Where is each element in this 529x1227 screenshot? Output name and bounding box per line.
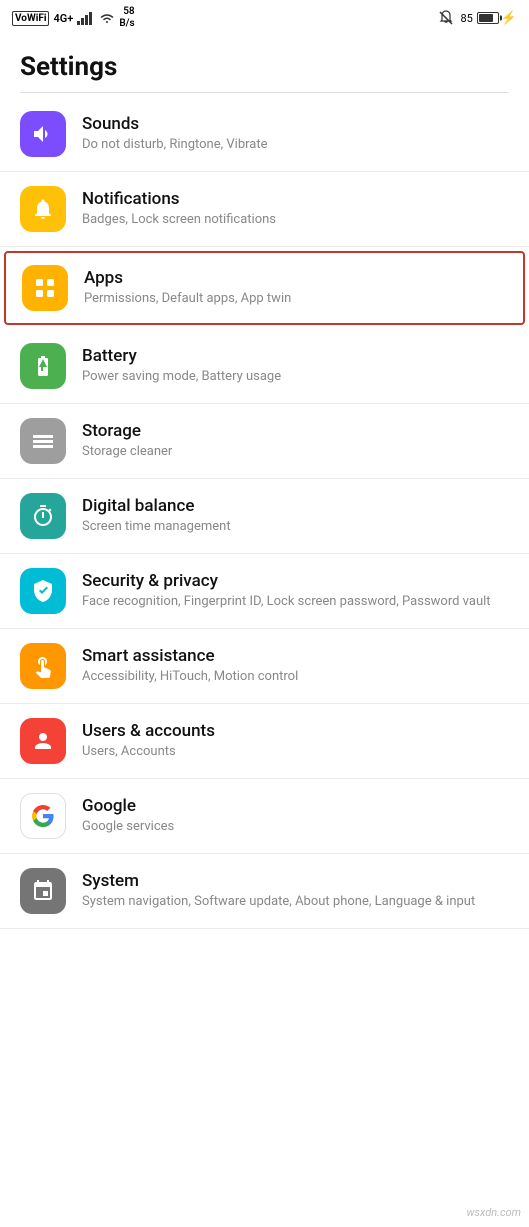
google-title: Google bbox=[82, 796, 509, 816]
status-bar: VoWiFi 4G+ 58 B/s 85 ⚡ bbox=[0, 0, 529, 36]
watermark: wsxdn.com bbox=[467, 1206, 521, 1219]
system-text: System System navigation, Software update… bbox=[82, 871, 509, 911]
smart-assistance-icon bbox=[20, 643, 66, 689]
users-accounts-subtitle: Users, Accounts bbox=[82, 743, 509, 761]
storage-title: Storage bbox=[82, 421, 509, 441]
apps-text: Apps Permissions, Default apps, App twin bbox=[84, 268, 507, 308]
security-privacy-title: Security & privacy bbox=[82, 571, 509, 591]
google-text: Google Google services bbox=[82, 796, 509, 836]
settings-item-smart-assistance[interactable]: Smart assistance Accessibility, HiTouch, … bbox=[0, 629, 529, 704]
settings-item-battery[interactable]: Battery Power saving mode, Battery usage bbox=[0, 329, 529, 404]
vowifi-label: VoWiFi bbox=[12, 11, 49, 26]
settings-item-google[interactable]: Google Google services bbox=[0, 779, 529, 854]
security-privacy-subtitle: Face recognition, Fingerprint ID, Lock s… bbox=[82, 593, 509, 611]
battery-icon bbox=[477, 12, 499, 24]
apps-title: Apps bbox=[84, 268, 507, 288]
battery-percent: 85 bbox=[460, 12, 472, 25]
system-subtitle: System navigation, Software update, Abou… bbox=[82, 893, 509, 911]
storage-text: Storage Storage cleaner bbox=[82, 421, 509, 461]
users-accounts-text: Users & accounts Users, Accounts bbox=[82, 721, 509, 761]
settings-item-sounds[interactable]: Sounds Do not disturb, Ringtone, Vibrate bbox=[0, 97, 529, 172]
notifications-subtitle: Badges, Lock screen notifications bbox=[82, 211, 509, 229]
notifications-icon bbox=[20, 186, 66, 232]
apps-icon bbox=[22, 265, 68, 311]
digital-balance-subtitle: Screen time management bbox=[82, 518, 509, 536]
charging-icon: ⚡ bbox=[501, 11, 517, 26]
network-type: 4G+ bbox=[53, 12, 73, 25]
notifications-title: Notifications bbox=[82, 189, 509, 209]
wifi-icon bbox=[99, 12, 115, 25]
status-right: 85 ⚡ bbox=[438, 10, 517, 26]
battery-text: Battery Power saving mode, Battery usage bbox=[82, 346, 509, 386]
network-speed: 58 B/s bbox=[119, 6, 134, 30]
google-icon bbox=[20, 793, 66, 839]
settings-item-users-accounts[interactable]: Users & accounts Users, Accounts bbox=[0, 704, 529, 779]
battery-block: 85 ⚡ bbox=[460, 11, 517, 26]
sounds-title: Sounds bbox=[82, 114, 509, 134]
scroll-hint bbox=[20, 92, 509, 93]
bell-muted-icon bbox=[438, 10, 454, 26]
users-accounts-icon bbox=[20, 718, 66, 764]
security-privacy-text: Security & privacy Face recognition, Fing… bbox=[82, 571, 509, 611]
page-title: Settings bbox=[0, 36, 529, 92]
security-privacy-icon bbox=[20, 568, 66, 614]
settings-item-storage[interactable]: Storage Storage cleaner bbox=[0, 404, 529, 479]
system-icon bbox=[20, 868, 66, 914]
status-left: VoWiFi 4G+ 58 B/s bbox=[12, 6, 135, 30]
sounds-subtitle: Do not disturb, Ringtone, Vibrate bbox=[82, 136, 509, 154]
smart-assistance-text: Smart assistance Accessibility, HiTouch, … bbox=[82, 646, 509, 686]
digital-balance-text: Digital balance Screen time management bbox=[82, 496, 509, 536]
settings-item-digital-balance[interactable]: Digital balance Screen time management bbox=[0, 479, 529, 554]
sounds-icon bbox=[20, 111, 66, 157]
signal-icon bbox=[77, 11, 95, 25]
sounds-text: Sounds Do not disturb, Ringtone, Vibrate bbox=[82, 114, 509, 154]
smart-assistance-title: Smart assistance bbox=[82, 646, 509, 666]
storage-subtitle: Storage cleaner bbox=[82, 443, 509, 461]
settings-item-notifications[interactable]: Notifications Badges, Lock screen notific… bbox=[0, 172, 529, 247]
google-subtitle: Google services bbox=[82, 818, 509, 836]
settings-item-security-privacy[interactable]: Security & privacy Face recognition, Fing… bbox=[0, 554, 529, 629]
storage-icon bbox=[20, 418, 66, 464]
settings-item-apps[interactable]: Apps Permissions, Default apps, App twin bbox=[4, 251, 525, 325]
digital-balance-title: Digital balance bbox=[82, 496, 509, 516]
apps-subtitle: Permissions, Default apps, App twin bbox=[84, 290, 507, 308]
battery-icon bbox=[20, 343, 66, 389]
battery-subtitle: Power saving mode, Battery usage bbox=[82, 368, 509, 386]
digital-balance-icon bbox=[20, 493, 66, 539]
battery-title: Battery bbox=[82, 346, 509, 366]
users-accounts-title: Users & accounts bbox=[82, 721, 509, 741]
notifications-text: Notifications Badges, Lock screen notific… bbox=[82, 189, 509, 229]
smart-assistance-subtitle: Accessibility, HiTouch, Motion control bbox=[82, 668, 509, 686]
settings-list: Sounds Do not disturb, Ringtone, Vibrate N… bbox=[0, 97, 529, 929]
settings-item-system[interactable]: System System navigation, Software update… bbox=[0, 854, 529, 929]
system-title: System bbox=[82, 871, 509, 891]
